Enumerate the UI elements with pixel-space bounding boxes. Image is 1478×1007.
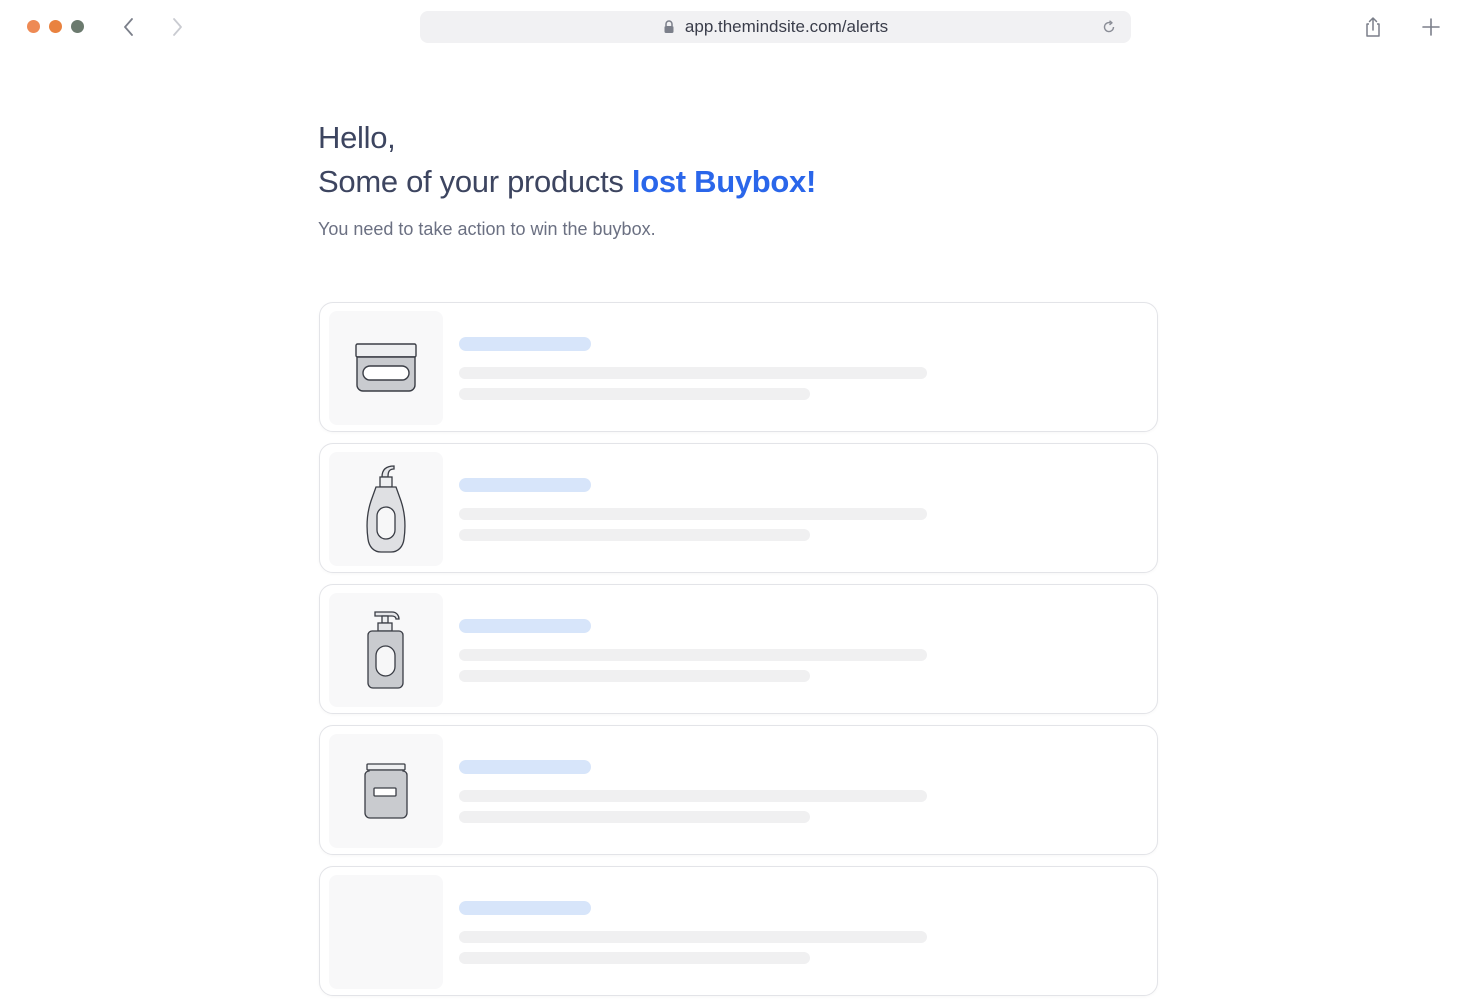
skeleton-line [459, 508, 927, 520]
skeleton-line [459, 811, 810, 823]
lotion-bottle-icon [366, 465, 406, 553]
cream-jar-icon [355, 343, 417, 392]
new-tab-button[interactable] [1419, 15, 1443, 39]
forward-button[interactable] [165, 15, 189, 39]
alerts-page: Hello, Some of your products lost Buybox… [0, 54, 1478, 996]
product-thumbnail [329, 734, 443, 848]
share-button[interactable] [1361, 15, 1385, 39]
product-card[interactable] [319, 302, 1158, 432]
skeleton-title [459, 901, 591, 915]
pump-bottle-icon [367, 611, 404, 689]
skeleton-line [459, 367, 927, 379]
chevron-right-icon [173, 18, 182, 36]
page-subtitle: You need to take action to win the buybo… [318, 219, 656, 239]
chevron-left-icon [124, 18, 133, 36]
product-thumbnail [329, 311, 443, 425]
share-icon [1366, 17, 1380, 37]
product-card[interactable] [319, 866, 1158, 996]
url-text: app.themindsite.com/alerts [684, 17, 889, 36]
product-thumbnail [329, 452, 443, 566]
reload-icon[interactable] [1101, 19, 1117, 35]
browser-toolbar: app.themindsite.com/alerts [0, 0, 1478, 54]
plus-icon [1422, 18, 1440, 36]
skeleton-title [459, 337, 591, 351]
skeleton-line [459, 388, 810, 400]
skeleton-line [459, 952, 810, 964]
product-card[interactable] [319, 443, 1158, 573]
skeleton-line [459, 529, 810, 541]
lock-icon [663, 20, 675, 34]
skeleton-line [459, 790, 927, 802]
greeting: Hello, [318, 120, 396, 155]
product-thumbnail [329, 593, 443, 707]
product-alert-list [319, 302, 1158, 1007]
skeleton-line [459, 649, 927, 661]
close-window-button[interactable] [27, 20, 40, 33]
address-bar[interactable]: app.themindsite.com/alerts [420, 11, 1131, 43]
product-card[interactable] [319, 584, 1158, 714]
headline-prefix: Some of your products [318, 164, 632, 199]
minimize-window-button[interactable] [49, 20, 62, 33]
skeleton-line [459, 931, 927, 943]
skeleton-line [459, 670, 810, 682]
skeleton-title [459, 760, 591, 774]
back-button[interactable] [117, 15, 141, 39]
product-thumbnail [329, 875, 443, 989]
maximize-window-button[interactable] [71, 20, 84, 33]
page-title: Some of your products lost Buybox! [318, 164, 816, 200]
product-card[interactable] [319, 725, 1158, 855]
supplement-jar-icon [364, 763, 408, 819]
skeleton-title [459, 619, 591, 633]
headline-accent: lost Buybox! [631, 164, 817, 199]
skeleton-title [459, 478, 591, 492]
